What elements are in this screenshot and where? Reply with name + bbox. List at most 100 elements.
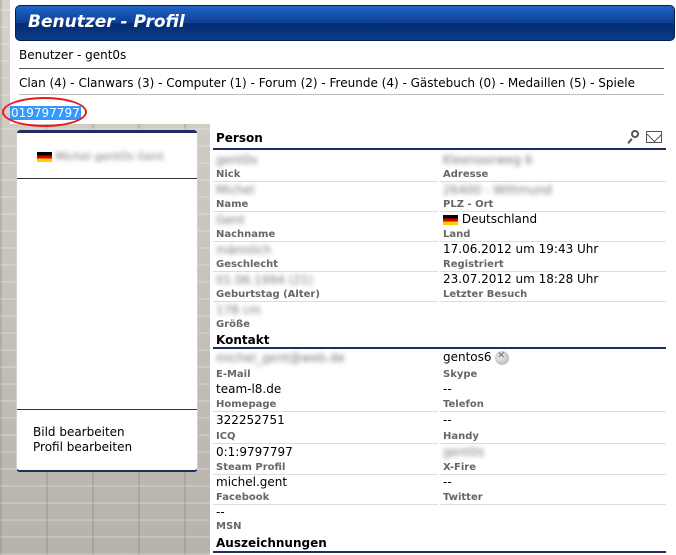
msn-value: --: [216, 505, 225, 519]
annotation-circle: [2, 97, 87, 127]
person-label: Adresse: [443, 169, 489, 180]
handy-value: --: [443, 413, 452, 427]
panel-top-strip: [17, 130, 197, 133]
xfire-value: gent0s: [443, 445, 485, 459]
breadcrumb: Benutzer - gent0s: [19, 48, 127, 62]
person-label: Land: [443, 229, 471, 240]
section-divider: [213, 347, 666, 349]
skype-value: gentos6: [443, 350, 509, 365]
nav-separator: -: [66, 76, 79, 90]
nav-medaillen[interactable]: Medaillen (5): [508, 76, 587, 90]
person-label: Registriert: [443, 259, 504, 270]
contact-label: Facebook: [216, 492, 270, 503]
divider: [17, 178, 197, 179]
profile-tools: [628, 129, 662, 144]
row-divider: [440, 504, 666, 505]
contact-label: Skype: [443, 369, 478, 380]
row-divider: [440, 443, 666, 444]
person-label: PLZ - Ort: [443, 199, 494, 210]
germany-flag-icon: [37, 152, 52, 162]
section-kontakt: Kontakt: [216, 333, 270, 347]
person-label: Letzter Besuch: [443, 289, 528, 300]
person-value: Kleenoorweg 6: [443, 153, 533, 167]
person-label: Nick: [216, 169, 241, 180]
person-value: Michel: [216, 183, 255, 197]
person-label: Geburtstag (Alter): [216, 289, 320, 300]
row-divider: [213, 504, 438, 505]
search-icon[interactable]: [628, 129, 642, 144]
nav-freunde[interactable]: Freunde (4): [330, 76, 399, 90]
row-divider: [213, 301, 438, 302]
homepage-value[interactable]: team-l8.de: [216, 382, 281, 396]
nav-separator: -: [495, 76, 508, 90]
section-person: Person: [216, 131, 263, 145]
nav-separator: -: [398, 76, 411, 90]
row-divider: [440, 301, 666, 302]
profile-nav: Clan (4) - Clanwars (3) - Computer (1) -…: [19, 76, 635, 90]
section-awards: Auszeichnungen: [216, 536, 327, 550]
section-divider: [213, 148, 666, 150]
person-value: Gent: [216, 213, 245, 227]
person-label: Nachname: [216, 229, 276, 240]
section-divider: [213, 551, 666, 553]
nav-clan[interactable]: Clan (4): [19, 76, 66, 90]
steam-value: 0:1:9797797: [216, 445, 293, 459]
contact-label: Twitter: [443, 492, 483, 503]
nav-computer[interactable]: Computer (1): [166, 76, 246, 90]
person-label: Geschlecht: [216, 259, 279, 270]
last-visit-value: 23.07.2012 um 18:28 Uhr: [443, 272, 599, 286]
nav-clanwars[interactable]: Clanwars (3): [78, 76, 154, 90]
telefon-value: --: [443, 382, 452, 396]
row-divider: [440, 411, 666, 412]
icq-value: 322252751: [216, 413, 285, 427]
contact-label: ICQ: [216, 431, 236, 442]
country-text: Deutschland: [461, 212, 538, 226]
nav-separator: -: [317, 76, 330, 90]
person-value: gent0s: [216, 153, 258, 167]
divider: [19, 94, 664, 95]
germany-flag-icon: [443, 214, 458, 225]
contact-label: X-Fire: [443, 462, 477, 473]
row-divider: [440, 181, 666, 182]
row-divider: [440, 474, 666, 475]
nav-separator: -: [586, 76, 599, 90]
person-value: männlich: [216, 243, 272, 257]
nav-separator: -: [154, 76, 167, 90]
nav-spiele[interactable]: Spiele: [598, 76, 635, 90]
row-divider: [213, 411, 438, 412]
edit-image-link[interactable]: Bild bearbeiten: [33, 425, 125, 439]
contact-label: Steam Profil: [216, 462, 286, 473]
profile-details: Person gent0s Kleenoorweg 6 Nick Adresse…: [210, 124, 676, 555]
profile-name: Michel gentOs Gent: [37, 150, 164, 163]
facebook-value[interactable]: michel.gent: [216, 475, 287, 489]
edit-profile-link[interactable]: Profil bearbeiten: [33, 440, 132, 454]
nav-separator: -: [246, 76, 259, 90]
person-label: Name: [216, 199, 249, 210]
page-title: Benutzer - Profil: [28, 12, 185, 32]
twitter-value: --: [443, 475, 452, 489]
profile-sidebar: Michel gentOs Gent Bild bearbeiten Profi…: [16, 129, 198, 472]
contact-label: Telefon: [443, 399, 484, 410]
nav-forum[interactable]: Forum (2): [259, 76, 318, 90]
contact-label: Handy: [443, 431, 479, 442]
title-bar: Benutzer - Profil: [15, 5, 675, 41]
divider: [19, 68, 664, 69]
person-value: 26400 - Wittmund: [443, 183, 552, 197]
person-value: 178 cm: [216, 303, 262, 317]
row-divider: [213, 241, 438, 242]
skype-text[interactable]: gentos6: [443, 350, 492, 364]
contact-label: Homepage: [216, 399, 277, 410]
row-divider: [213, 443, 438, 444]
top-panel: Benutzer - Profil Benutzer - gent0s Clan…: [10, 0, 676, 124]
registered-value: 17.06.2012 um 19:43 Uhr: [443, 242, 599, 256]
row-divider: [213, 271, 438, 272]
mail-icon[interactable]: [646, 130, 662, 143]
nav-gaestebuch[interactable]: Gästebuch (0): [411, 76, 496, 90]
person-label: Größe: [216, 319, 250, 330]
contact-label: MSN: [216, 521, 242, 532]
profile-name-text: Michel gentOs Gent: [55, 150, 164, 163]
skype-status-icon: [494, 350, 509, 365]
person-value: 01.06.1994 (21): [216, 273, 314, 287]
contact-label: E-Mail: [216, 369, 251, 380]
contact-value: michel_gent@web.de: [216, 351, 345, 365]
